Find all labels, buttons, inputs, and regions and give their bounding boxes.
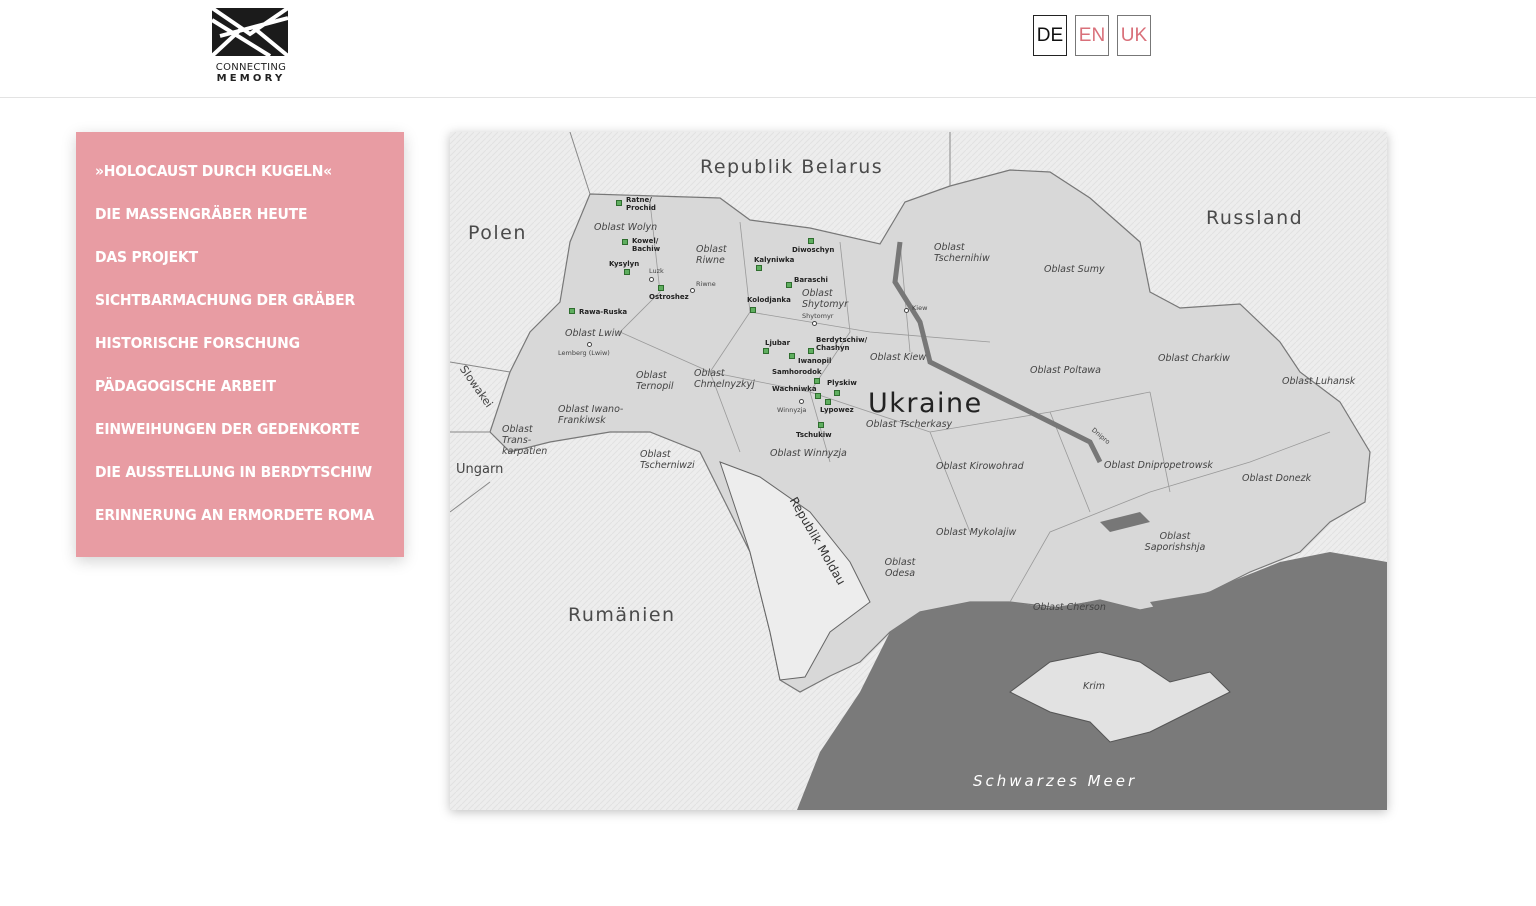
label-oblast-charkiw: Oblast Charkiw [1158, 353, 1230, 364]
site-marker[interactable] [786, 282, 792, 288]
language-de-button[interactable]: DE [1033, 15, 1067, 56]
site-marker[interactable] [808, 238, 814, 244]
menu-item-historische-forschung[interactable]: Historische Forschung [76, 332, 404, 375]
label-oblast-kirowohrad: Oblast Kirowohrad [936, 461, 1024, 472]
logo-mark-icon [210, 6, 290, 58]
site-label-plyskiw: Plyskiw [827, 379, 857, 387]
site-marker[interactable] [815, 393, 821, 399]
site-marker[interactable] [616, 200, 622, 206]
site-header: CONNECTING MEMORY DE EN UK [0, 0, 1536, 98]
town-dot [690, 288, 695, 293]
site-marker[interactable] [750, 307, 756, 313]
site-label-rawa: Rawa-Ruska [579, 308, 628, 316]
label-oblast-riwne: Oblast Riwne [696, 244, 727, 266]
label-belarus: Republik Belarus [700, 156, 884, 178]
site-label-kalyniwka: Kalyniwka [754, 256, 795, 264]
label-oblast-kiew: Oblast Kiew [870, 352, 927, 363]
site-label-kolodjanka: Kolodjanka [747, 296, 791, 304]
town-label-kiew: Kiew [912, 304, 928, 312]
menu-item-holocaust-durch-kugeln[interactable]: »Holocaust durch Kugeln« [76, 160, 404, 203]
site-label-ratne: Ratne/ Prochid [626, 196, 656, 212]
site-label-diwoschyn: Diwoschyn [792, 246, 835, 254]
menu-item-erinnerung-roma[interactable]: Erinnerung an ermordete Roma [76, 504, 404, 547]
site-label-tschukiw: Tschukiw [796, 431, 832, 439]
label-poland: Polen [468, 222, 527, 244]
label-oblast-wolyn: Oblast Wolyn [594, 222, 658, 233]
label-oblast-chmelnyzkyj: Oblast Chmelnyzkyj [694, 368, 755, 390]
town-label-luzk: Luzk [649, 267, 664, 275]
label-oblast-ternopil: Oblast Ternopil [636, 370, 674, 392]
town-dot [812, 321, 817, 326]
town-label-winnyzja: Winnyzja [777, 406, 807, 414]
site-label-kysylyn: Kysylyn [609, 260, 640, 268]
site-marker[interactable] [763, 348, 769, 354]
label-oblast-transkarpatien: Oblast Trans-karpatien [502, 424, 548, 457]
logo-line-2: MEMORY [216, 73, 286, 84]
label-oblast-tscherkasy: Oblast Tscherkasy [866, 419, 953, 430]
map-graphic [450, 132, 1387, 810]
site-marker[interactable] [756, 265, 762, 271]
site-marker[interactable] [789, 353, 795, 359]
site-label-ostroshez: Ostroshez [649, 293, 689, 301]
language-en-button[interactable]: EN [1075, 15, 1109, 56]
site-label-lypowez: Lypowez [820, 406, 854, 414]
label-oblast-lwiw: Oblast Lwiw [565, 328, 623, 339]
site-marker[interactable] [624, 269, 630, 275]
label-romania: Rumänien [568, 604, 676, 626]
language-uk-button[interactable]: UK [1117, 15, 1151, 56]
site-marker[interactable] [814, 378, 820, 384]
town-dot [587, 342, 592, 347]
label-krim: Krim [1083, 681, 1106, 692]
label-oblast-dnipro: Oblast Dnipropetrowsk [1104, 460, 1213, 471]
site-marker[interactable] [825, 399, 831, 405]
site-marker[interactable] [658, 285, 664, 291]
menu-item-massengraeber-heute[interactable]: Die Massengräber heute [76, 203, 404, 246]
site-marker[interactable] [808, 348, 814, 354]
label-oblast-iwano: Oblast Iwano-Frankiwsk [558, 404, 624, 426]
menu-item-ausstellung-berdytschiw[interactable]: Die Ausstellung in Berdytschiw [76, 461, 404, 504]
site-label-samhorodok: Samhorodok [772, 368, 822, 376]
label-russia: Russland [1206, 207, 1304, 229]
town-dot [799, 399, 804, 404]
label-oblast-donezk: Oblast Donezk [1242, 473, 1312, 484]
label-oblast-tschernihiw: Oblast Tschernihiw [934, 242, 990, 264]
town-label-shytomyr: Shytomyr [802, 312, 834, 320]
label-oblast-shytomyr: Oblast Shytomyr [802, 288, 848, 310]
site-marker[interactable] [622, 239, 628, 245]
label-ukraine: Ukraine [868, 388, 983, 419]
menu-item-einweihungen[interactable]: Einweihungen der Gedenkorte [76, 418, 404, 461]
menu-item-das-projekt[interactable]: Das Projekt [76, 246, 404, 289]
label-oblast-cherson: Oblast Cherson [1033, 602, 1106, 613]
site-label-ljubar: Ljubar [765, 339, 791, 347]
label-oblast-mykolajiw: Oblast Mykolajiw [936, 527, 1017, 538]
logo-line-1: CONNECTING [215, 62, 287, 73]
site-label-kowel: Kowel/ Bachiw [632, 237, 661, 253]
site-label-baraschi: Baraschi [794, 276, 828, 284]
label-oblast-winnyzja: Oblast Winnyzja [770, 448, 847, 459]
main-menu: »Holocaust durch Kugeln« Die Massengräbe… [76, 132, 404, 557]
town-label-riwne: Riwne [696, 280, 716, 288]
site-label-wachniwka: Wachniwka [772, 385, 817, 393]
site-label-iwanopil: Iwanopil [798, 357, 832, 365]
site-marker[interactable] [818, 422, 824, 428]
site-label-berdytschiw: Berdytschiw/ Chashyn [816, 336, 868, 352]
menu-item-paedagogische-arbeit[interactable]: Pädagogische Arbeit [76, 375, 404, 418]
label-oblast-luhansk: Oblast Luhansk [1282, 376, 1356, 387]
label-hungary: Ungarn [456, 462, 504, 477]
site-marker[interactable] [834, 390, 840, 396]
ukraine-map: Republik Belarus Polen Russland Slowakei… [450, 132, 1387, 810]
label-oblast-poltawa: Oblast Poltawa [1030, 365, 1101, 376]
menu-item-sichtbarmachung[interactable]: Sichtbarmachung der Gräber [76, 289, 404, 332]
connecting-memory-logo[interactable]: CONNECTING MEMORY [210, 6, 292, 86]
label-oblast-sumy: Oblast Sumy [1044, 264, 1105, 275]
town-dot [649, 277, 654, 282]
site-marker[interactable] [569, 308, 575, 314]
label-oblast-odesa: Oblast Odesa [884, 557, 916, 579]
label-oblast-saporishshja: Oblast Saporishshja [1144, 531, 1206, 553]
town-dot [904, 308, 909, 313]
label-black-sea: Schwarzes Meer [973, 772, 1138, 790]
label-oblast-tscherniwzi: Oblast Tscherniwzi [640, 449, 695, 471]
town-label-lemberg: Lemberg (Lwiw) [558, 349, 610, 357]
